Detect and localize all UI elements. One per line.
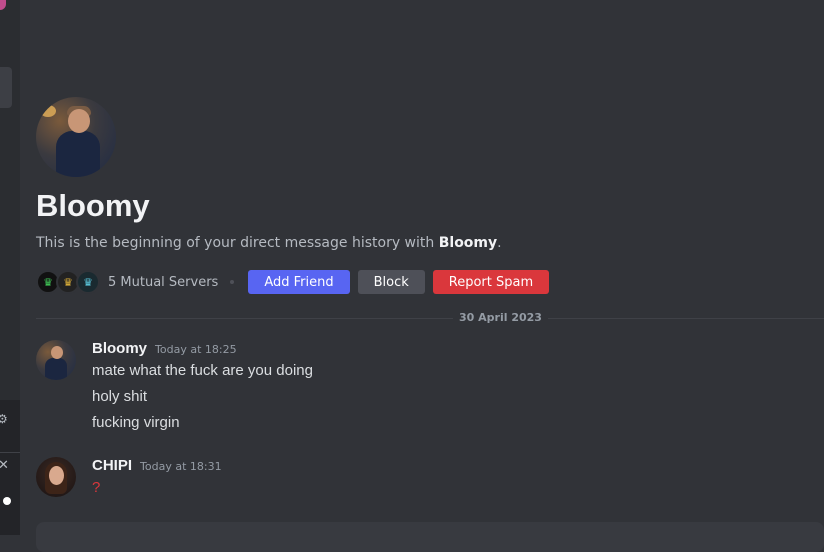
message-text: holy shit (92, 388, 148, 405)
dm-intro-text: This is the beginning of your direct mes… (36, 235, 502, 251)
message-input[interactable] (36, 522, 824, 552)
server-icon[interactable] (0, 0, 6, 10)
message-header: Bloomy Today at 18:25 (92, 340, 237, 357)
message-timestamp: Today at 18:31 (140, 460, 222, 473)
date-divider-label: 30 April 2023 (453, 311, 548, 324)
message-timestamp: Today at 18:25 (155, 343, 237, 356)
status-indicator (3, 497, 11, 505)
block-button[interactable]: Block (357, 270, 425, 294)
profile-name: Bloomy (36, 188, 150, 223)
close-icon[interactable]: ✕ (0, 458, 9, 473)
add-friend-button[interactable]: Add Friend (248, 270, 350, 294)
message-text: ? (92, 479, 101, 496)
intro-prefix: This is the beginning of your direct mes… (36, 235, 439, 251)
message-author[interactable]: Bloomy (92, 340, 147, 357)
separator-dot (230, 280, 235, 284)
message-text: fucking virgin (92, 414, 180, 431)
message-header: CHIPI Today at 18:31 (92, 457, 222, 474)
report-spam-button[interactable]: Report Spam (432, 270, 550, 294)
intro-username: Bloomy (438, 235, 498, 251)
date-divider-line (36, 318, 824, 319)
divider (0, 452, 20, 453)
channel-list-scrollbar[interactable] (0, 67, 12, 108)
message-author[interactable]: CHIPI (92, 457, 132, 474)
mutual-servers-link[interactable]: 5 Mutual Servers (108, 275, 218, 290)
mutual-server-icons[interactable]: ♛ ♛ ♛ (36, 270, 100, 294)
crown-server-icon[interactable]: ♛ (76, 270, 100, 294)
gear-icon[interactable]: ⚙ (0, 412, 8, 428)
intro-suffix: . (497, 235, 502, 251)
dm-conversation: Bloomy This is the beginning of your dir… (20, 0, 824, 552)
profile-actions: ♛ ♛ ♛ 5 Mutual Servers Add Friend Block … (36, 270, 557, 294)
message-avatar[interactable] (36, 457, 76, 497)
server-sidebar-edge: ⚙ ✕ (0, 0, 20, 535)
message-text: mate what the fuck are you doing (92, 362, 313, 379)
message-avatar[interactable] (36, 340, 76, 380)
profile-avatar[interactable] (36, 97, 116, 177)
